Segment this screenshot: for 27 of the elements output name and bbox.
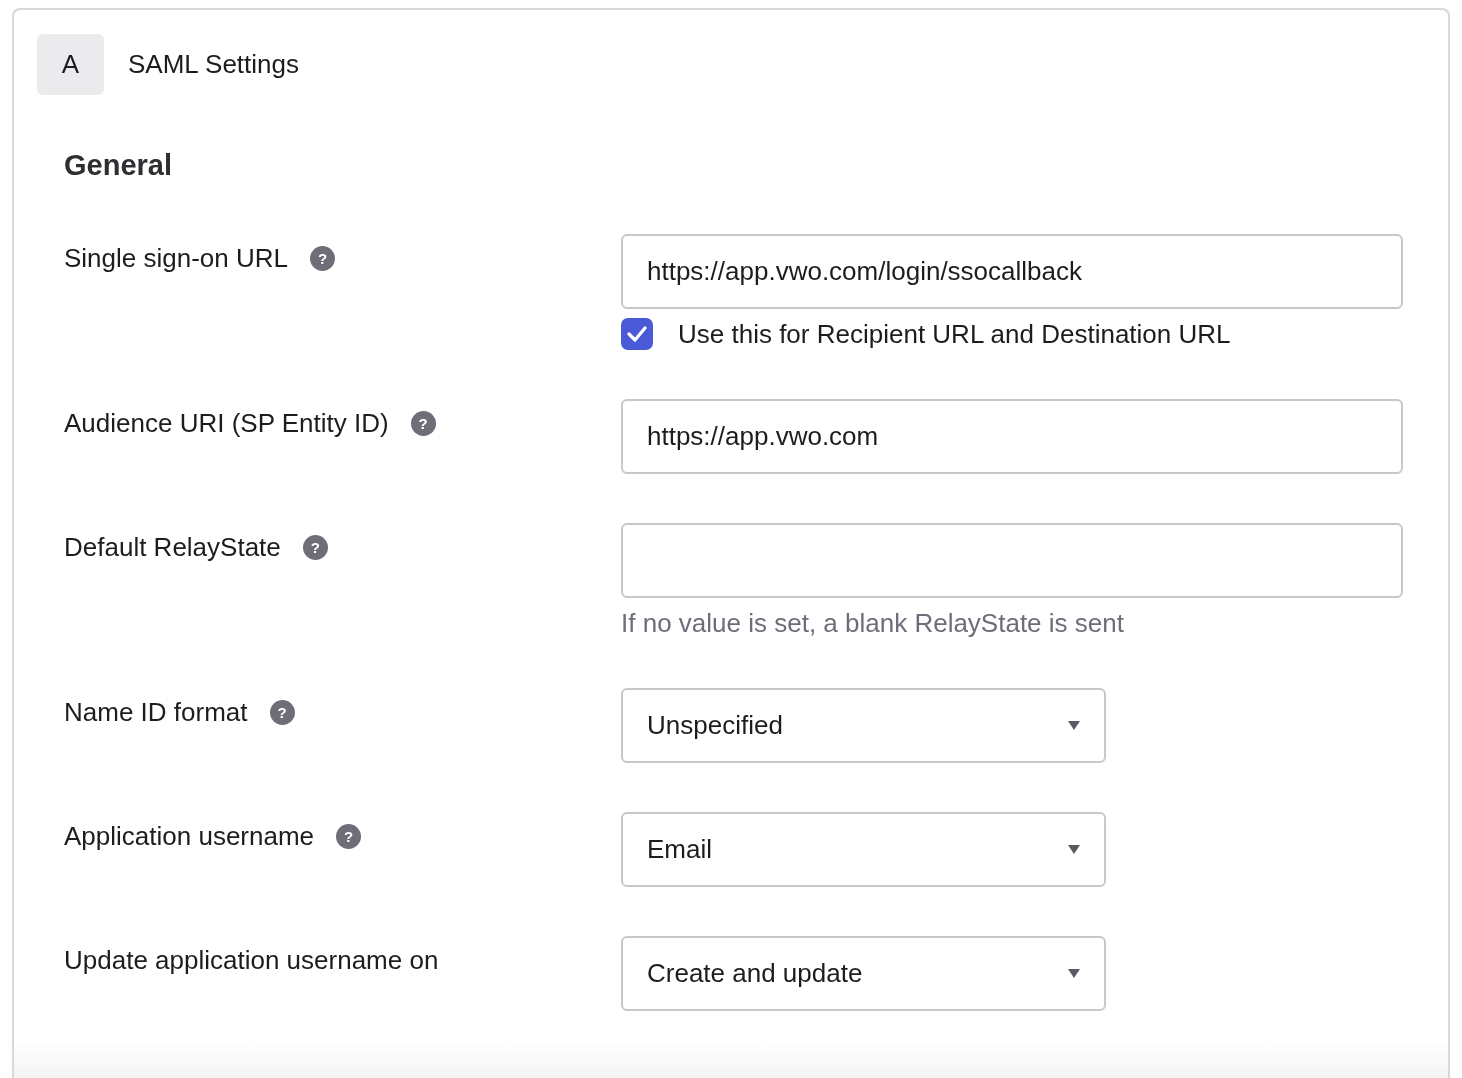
help-icon[interactable]: ? [269, 699, 295, 725]
check-icon [627, 326, 647, 342]
help-icon[interactable]: ? [410, 410, 436, 436]
text-field[interactable]: https://app.vwo.com [621, 399, 1403, 474]
field-label: Audience URI (SP Entity ID) [64, 407, 389, 439]
caret-icon [1068, 721, 1080, 730]
caret-icon [1068, 845, 1080, 854]
field-label: Default RelayState [64, 531, 281, 563]
field-label: Application username [64, 820, 315, 852]
field-label: Update application username on [64, 944, 439, 976]
help-icon[interactable]: ? [310, 245, 335, 271]
dropdown[interactable]: Unspecified [621, 688, 1106, 763]
dropdown[interactable]: Create and update [621, 936, 1106, 1011]
help-icon[interactable]: ? [302, 534, 328, 560]
hint-text: If no value is set, a blank RelayState is sent [621, 608, 1125, 639]
text-field[interactable]: https://app.vwo.com/login/ssocallback [621, 234, 1403, 309]
panel-title: SAML Settings [128, 49, 299, 80]
field-label: Single sign-on URL [64, 242, 288, 274]
text-field[interactable] [621, 523, 1403, 598]
checkbox[interactable] [621, 318, 653, 350]
field-label: Name ID format [64, 696, 248, 728]
help-icon[interactable]: ? [336, 823, 362, 849]
caret-icon [1068, 969, 1080, 978]
checkbox-label: Use this for Recipient URL and Destination URL [678, 318, 1231, 350]
section-badge: A [37, 34, 104, 95]
section-title: General [64, 149, 173, 182]
dropdown[interactable]: Email [621, 812, 1106, 887]
